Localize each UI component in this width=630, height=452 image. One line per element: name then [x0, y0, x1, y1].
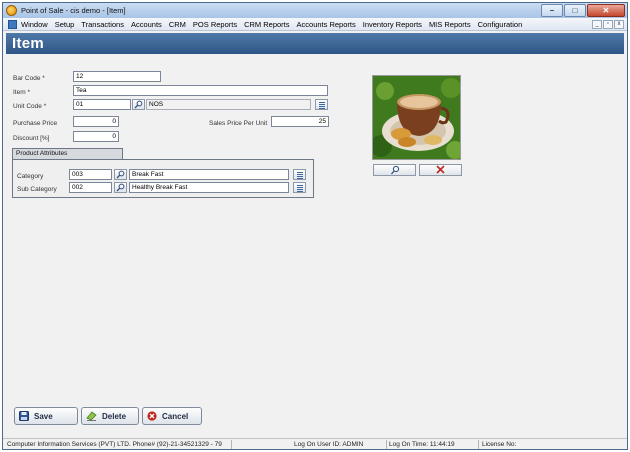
delete-button[interactable]: Delete [81, 407, 139, 425]
unit-description-field: NOS [146, 99, 311, 110]
category-label: Category [17, 173, 44, 180]
sub-category-description-field: Healthy Break Fast [129, 182, 289, 193]
bar-code-input[interactable]: 12 [73, 71, 161, 82]
child-minimize-button[interactable]: _ [592, 20, 602, 29]
eraser-icon [86, 411, 97, 421]
menu-mis-reports[interactable]: MIS Reports [429, 20, 471, 29]
tea-cup-image [373, 76, 460, 159]
menu-setup[interactable]: Setup [55, 20, 75, 29]
sales-price-input[interactable]: 25 [271, 116, 329, 127]
form-header: Item [6, 33, 624, 54]
category-description-field: Break Fast [129, 169, 289, 180]
delete-button-label: Delete [102, 411, 127, 421]
unit-search-button[interactable] [132, 99, 145, 110]
category-list-button[interactable] [293, 169, 306, 180]
save-button-label: Save [34, 411, 53, 421]
cancel-icon [147, 411, 157, 421]
minimize-button[interactable]: – [541, 4, 563, 17]
menu-transactions[interactable]: Transactions [81, 20, 124, 29]
item-label: Item * [13, 89, 30, 96]
search-icon [116, 183, 125, 192]
status-divider [231, 440, 232, 449]
maximize-icon: □ [572, 6, 578, 15]
status-divider [386, 440, 387, 449]
close-window-button[interactable]: ✕ [587, 4, 625, 17]
browse-image-button[interactable] [373, 164, 416, 176]
item-input[interactable]: Tea [73, 85, 328, 96]
sales-price-label: Sales Price Per Unit [209, 120, 268, 127]
product-attributes-title: Product Attributes [12, 148, 123, 159]
sub-category-code-input[interactable]: 002 [69, 182, 112, 193]
save-button[interactable]: Save [14, 407, 78, 425]
menu-configuration[interactable]: Configuration [478, 20, 523, 29]
menu-pos-reports[interactable]: POS Reports [193, 20, 237, 29]
sub-category-search-button[interactable] [114, 182, 127, 193]
category-search-button[interactable] [114, 169, 127, 180]
mdi-form-icon[interactable] [8, 20, 17, 29]
floppy-disk-icon [19, 411, 29, 421]
menu-crm[interactable]: CRM [169, 20, 186, 29]
close-icon: ✕ [602, 6, 610, 15]
window-controls: – □ ✕ [540, 4, 625, 17]
unit-code-label: Unit Code * [13, 103, 47, 110]
status-company: Computer Information Services (PVT) LTD.… [7, 441, 222, 448]
status-bar: Computer Information Services (PVT) LTD.… [3, 438, 627, 449]
purchase-price-label: Purchase Price [13, 120, 58, 127]
menu-accounts-reports[interactable]: Accounts Reports [297, 20, 356, 29]
status-divider [478, 440, 479, 449]
cancel-button[interactable]: Cancel [142, 407, 202, 425]
child-restore-button[interactable]: ▫ [603, 20, 613, 29]
purchase-price-input[interactable]: 0 [73, 116, 119, 127]
product-image [372, 75, 461, 160]
discount-input[interactable]: 0 [73, 131, 119, 142]
sub-category-label: Sub Category [17, 186, 57, 193]
status-logon-time: Log On Time: 11:44:19 [389, 441, 455, 448]
search-icon [116, 170, 125, 179]
title-bar: Point of Sale - cis demo - [Item] – □ ✕ [3, 3, 627, 18]
bar-code-label: Bar Code * [13, 75, 45, 82]
menu-accounts[interactable]: Accounts [131, 20, 162, 29]
status-license: License No: [482, 441, 517, 448]
status-user: Log On User ID: ADMIN [294, 441, 364, 448]
delete-x-icon [436, 165, 445, 174]
application-window: Point of Sale - cis demo - [Item] – □ ✕ … [2, 2, 628, 450]
unit-code-input[interactable]: 01 [73, 99, 131, 110]
sub-category-list-button[interactable] [293, 182, 306, 193]
child-close-button[interactable]: x [614, 20, 624, 29]
page-title: Item [12, 35, 45, 52]
menu-bar: Window Setup Transactions Accounts CRM P… [3, 18, 627, 31]
app-icon [6, 5, 17, 16]
menu-inventory-reports[interactable]: Inventory Reports [363, 20, 422, 29]
remove-image-button[interactable] [419, 164, 462, 176]
category-code-input[interactable]: 003 [69, 169, 112, 180]
window-title: Point of Sale - cis demo - [Item] [21, 6, 126, 15]
maximize-button[interactable]: □ [564, 4, 586, 17]
discount-label: Discount [%] [13, 135, 50, 142]
menu-crm-reports[interactable]: CRM Reports [244, 20, 289, 29]
cancel-button-label: Cancel [162, 411, 189, 421]
minimize-icon: – [549, 6, 555, 15]
menu-window[interactable]: Window [21, 20, 48, 29]
search-icon [391, 165, 400, 175]
search-icon [134, 100, 143, 109]
unit-list-button[interactable] [315, 99, 328, 110]
